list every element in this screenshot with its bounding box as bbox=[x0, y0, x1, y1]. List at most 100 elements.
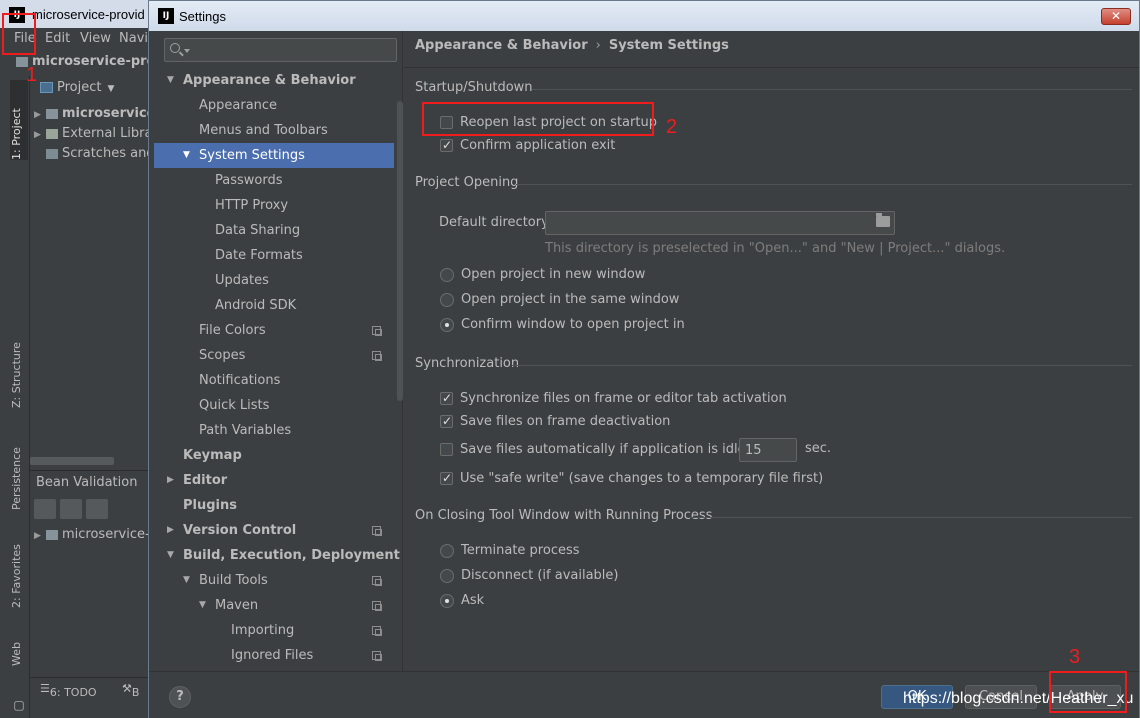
sync-on-activation-checkbox[interactable]: Synchronize files on frame or editor tab… bbox=[440, 388, 787, 409]
section-divider bbox=[532, 89, 1132, 90]
tree-updates[interactable]: Updates bbox=[154, 268, 394, 293]
tab-project[interactable]: 1: Project bbox=[10, 80, 28, 160]
tree-menus-toolbars[interactable]: Menus and Toolbars bbox=[154, 118, 394, 143]
tree-label: Path Variables bbox=[199, 423, 292, 438]
default-directory-label: Default directory: bbox=[439, 215, 553, 230]
tree-label: Build Tools bbox=[199, 573, 268, 588]
project-view-label: Project bbox=[57, 80, 102, 95]
tree-maven[interactable]: ▼ Maven bbox=[154, 593, 394, 618]
radio-ask[interactable]: Ask bbox=[440, 591, 520, 611]
ide-window: IJ microservice-provid File Edit View Na… bbox=[0, 0, 164, 718]
tab-favorites[interactable]: 2: Favorites bbox=[10, 526, 28, 608]
tree-notifications[interactable]: Notifications bbox=[154, 368, 394, 393]
tab-project-label: 1: Project bbox=[10, 108, 23, 160]
tree-scrollbar[interactable] bbox=[397, 101, 403, 401]
radio-circle bbox=[440, 569, 454, 583]
tab-web[interactable]: Web bbox=[10, 622, 28, 666]
save-on-deactivation-checkbox[interactable]: Save files on frame deactivation bbox=[440, 411, 670, 432]
tree-data-sharing[interactable]: Data Sharing bbox=[154, 218, 394, 243]
annotation-box-file-menu bbox=[2, 13, 36, 55]
auto-save-idle-checkbox[interactable]: Save files automatically if application … bbox=[440, 440, 768, 460]
tree-android-sdk[interactable]: Android SDK bbox=[154, 293, 394, 318]
intellij-logo-icon: IJ bbox=[158, 8, 174, 24]
window-toggle-icon[interactable]: ▢ bbox=[8, 698, 30, 718]
tree-file-colors[interactable]: File Colors bbox=[154, 318, 394, 343]
idle-unit-label: sec. bbox=[805, 441, 832, 456]
radio-open-same-window[interactable]: Open project in the same window bbox=[440, 290, 680, 310]
tree-scopes[interactable]: Scopes bbox=[154, 343, 394, 368]
radio-label: Disconnect (if available) bbox=[461, 568, 619, 583]
radio-disconnect[interactable]: Disconnect (if available) bbox=[440, 566, 619, 586]
tab-persistence[interactable]: Persistence bbox=[10, 428, 28, 510]
menu-navigate[interactable]: Navi bbox=[119, 31, 148, 46]
browse-folder-icon[interactable] bbox=[876, 213, 890, 227]
tree-date-formats[interactable]: Date Formats bbox=[154, 243, 394, 268]
bean-tree-item[interactable]: ▶ microservice- bbox=[30, 525, 150, 545]
help-button[interactable]: ? bbox=[169, 686, 191, 708]
tree-label: HTTP Proxy bbox=[215, 198, 289, 213]
tree-item-external-libraries[interactable]: ▶ External Libra bbox=[30, 124, 153, 144]
horizontal-scrollbar[interactable] bbox=[30, 457, 114, 465]
project-view-icon bbox=[40, 82, 53, 93]
section-divider bbox=[689, 517, 1132, 518]
ide-navigation-path[interactable]: microservice-prov bbox=[16, 54, 164, 69]
checkbox-label: Save files automatically if application … bbox=[460, 442, 768, 457]
breadcrumb-separator: › bbox=[595, 38, 601, 53]
tree-item-label: External Libra bbox=[62, 126, 153, 141]
checkbox-box bbox=[440, 468, 453, 488]
radio-confirm-window[interactable]: Confirm window to open project in bbox=[440, 315, 690, 335]
expand-arrow-icon: ▶ bbox=[167, 525, 174, 535]
folder-icon bbox=[46, 108, 58, 119]
project-scope-icon bbox=[372, 576, 382, 586]
todo-tab[interactable]: ☰ 6: TODO bbox=[40, 682, 97, 699]
tree-build-execution-deployment[interactable]: ▼ Build, Execution, Deployment bbox=[154, 543, 400, 568]
radio-label: Confirm window to open project in bbox=[461, 317, 685, 332]
bean-check-button[interactable] bbox=[60, 499, 82, 519]
collapse-arrow-icon: ▼ bbox=[183, 575, 190, 585]
build-tab[interactable]: ⚒ B bbox=[122, 682, 139, 699]
tree-item-scratches[interactable]: Scratches and bbox=[30, 144, 155, 164]
tree-keymap[interactable]: Keymap bbox=[154, 443, 394, 468]
tree-version-control[interactable]: ▶ Version Control bbox=[154, 518, 394, 543]
tree-appearance[interactable]: Appearance bbox=[154, 93, 394, 118]
radio-terminate-process[interactable]: Terminate process bbox=[440, 541, 590, 561]
tree-label: Ignored Files bbox=[231, 648, 314, 663]
tree-quick-lists[interactable]: Quick Lists bbox=[154, 393, 394, 418]
tree-label: Android SDK bbox=[215, 298, 297, 313]
chevron-down-icon bbox=[184, 49, 190, 53]
search-input[interactable] bbox=[191, 41, 391, 59]
tree-ignored-files[interactable]: Ignored Files bbox=[154, 643, 394, 668]
settings-search-box[interactable] bbox=[164, 38, 397, 62]
radio-open-new-window[interactable]: Open project in new window bbox=[440, 265, 660, 285]
tree-label: Updates bbox=[215, 273, 269, 288]
project-panel-header[interactable]: Project ▼ bbox=[30, 80, 152, 102]
tree-system-settings[interactable]: ▼ System Settings bbox=[154, 143, 394, 168]
confirm-exit-checkbox[interactable]: Confirm application exit bbox=[440, 135, 660, 156]
tree-editor[interactable]: ▶ Editor bbox=[154, 468, 394, 493]
menu-view[interactable]: View bbox=[80, 31, 111, 46]
collapse-arrow-icon: ▼ bbox=[183, 150, 190, 160]
close-button[interactable]: ✕ bbox=[1101, 8, 1131, 25]
project-scope-icon bbox=[372, 601, 382, 611]
tab-structure[interactable]: Z: Structure bbox=[10, 326, 28, 408]
bean-code-button[interactable] bbox=[86, 499, 108, 519]
tree-importing[interactable]: Importing bbox=[154, 618, 394, 643]
tree-passwords[interactable]: Passwords bbox=[154, 168, 394, 193]
safe-write-checkbox[interactable]: Use "safe write" (save changes to a temp… bbox=[440, 468, 823, 489]
tree-path-variables[interactable]: Path Variables bbox=[154, 418, 394, 443]
tree-item-module[interactable]: ▶ microservice bbox=[30, 104, 155, 124]
idle-seconds-input[interactable] bbox=[739, 438, 797, 462]
tree-plugins[interactable]: Plugins bbox=[154, 493, 394, 518]
tree-build-tools[interactable]: ▼ Build Tools bbox=[154, 568, 394, 593]
library-icon bbox=[46, 128, 58, 139]
tab-favorites-label: 2: Favorites bbox=[10, 544, 23, 608]
tree-appearance-behavior[interactable]: ▼ Appearance & Behavior bbox=[154, 68, 394, 93]
radio-label: Open project in the same window bbox=[461, 292, 680, 307]
menu-edit[interactable]: Edit bbox=[45, 31, 70, 46]
tree-http-proxy[interactable]: HTTP Proxy bbox=[154, 193, 394, 218]
default-directory-input[interactable] bbox=[550, 215, 860, 231]
bean-settings-button[interactable] bbox=[34, 499, 56, 519]
radio-circle bbox=[440, 594, 454, 608]
section-divider bbox=[516, 184, 1132, 185]
default-directory-hint: This directory is preselected in "Open..… bbox=[545, 241, 1006, 256]
